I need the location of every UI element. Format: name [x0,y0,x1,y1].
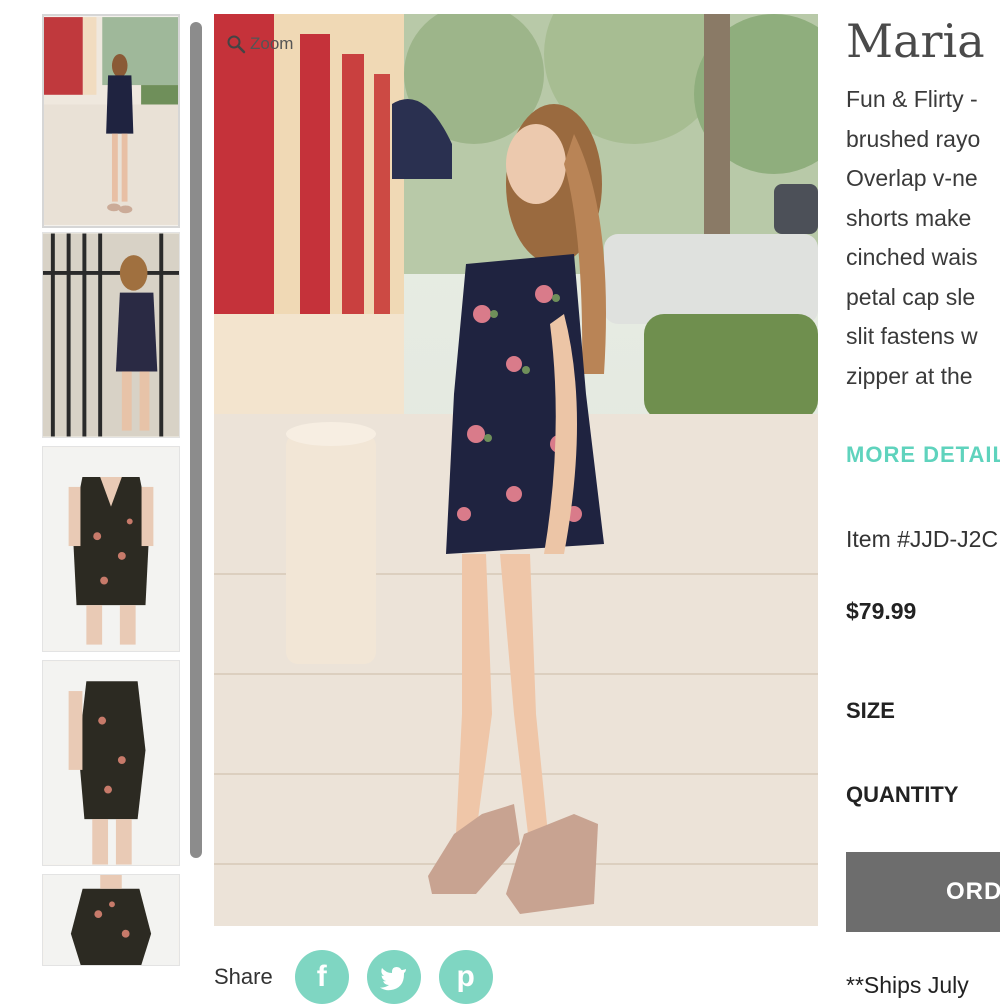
product-description: Fun & Flirty - brushed rayo Overlap v-ne… [846,80,1000,396]
product-title: Maria [846,14,985,68]
description-line: Fun & Flirty - [846,86,978,112]
thumbnail-side-image [43,661,179,865]
description-line: slit fastens w [846,323,978,349]
size-label: SIZE [846,698,895,723]
thumbnail-2[interactable] [42,232,180,438]
description-line: zipper at the [846,362,973,389]
twitter-icon [379,967,406,991]
thumbnail-street-image [44,17,178,225]
thumbnail-gate-image [43,233,179,437]
product-details-panel: Maria Fun & Flirty - brushed rayo Overla… [846,0,1000,1000]
thumbnail-back-image [43,875,179,965]
quantity-label: QUANTITY [846,782,959,807]
magnifier-icon [227,35,246,54]
description-line: cinched wais [846,244,978,270]
description-line: shorts make [846,204,972,231]
thumbnail-scrollbar[interactable] [190,22,202,858]
description-line: Overlap v-ne [846,165,978,191]
twitter-share-button[interactable] [366,950,421,1004]
thumbnail-4[interactable] [42,660,180,866]
description-line: brushed rayo [846,125,981,152]
zoom-control[interactable]: Zoom [226,34,293,54]
zoom-label: Zoom [250,34,294,53]
thumbnail-3[interactable] [42,446,180,652]
more-details-link[interactable]: MORE DETAIL [846,442,1000,468]
street-scene-photo [214,14,818,926]
main-product-image[interactable]: Zoom [214,14,818,926]
product-price: $79.99 [846,598,917,624]
thumbnail-5[interactable] [42,874,180,966]
thumbnail-1[interactable] [42,14,180,228]
pinterest-share-button[interactable]: p [438,950,493,1004]
thumbnail-front-image [43,447,179,651]
share-bar: Share f p [214,950,511,1004]
pinterest-icon: p [456,960,475,993]
item-number: Item #JJD-J2C [846,526,999,552]
shipping-note: **Ships July [846,972,969,998]
order-button-label: ORD [946,878,1000,905]
facebook-share-button[interactable]: f [294,950,349,1004]
facebook-icon: f [316,960,327,993]
share-label: Share [214,964,273,989]
order-button[interactable]: ORD [846,852,1000,932]
description-line: petal cap sle [846,283,976,310]
